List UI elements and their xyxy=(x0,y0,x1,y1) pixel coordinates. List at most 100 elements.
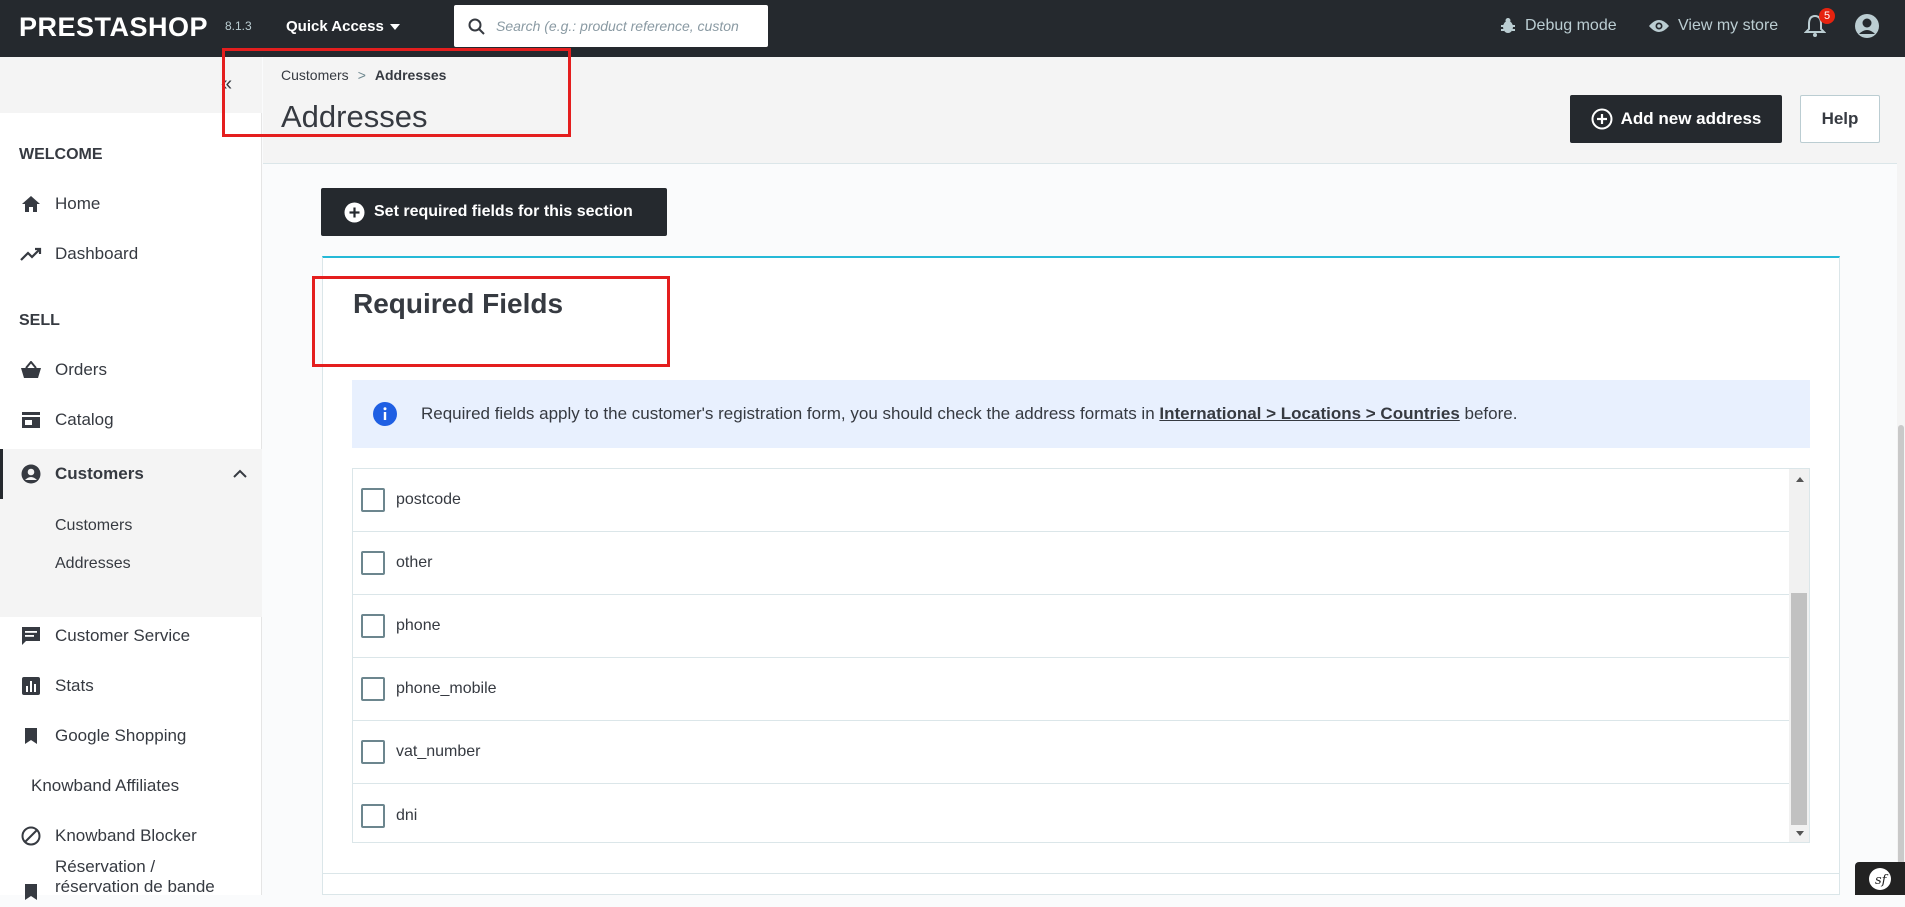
list-item[interactable]: vat_number xyxy=(353,721,1789,784)
submenu-item-customers[interactable]: Customers xyxy=(55,517,132,535)
list-item[interactable]: other xyxy=(353,532,1789,595)
sidebar-item-label: Customer Service xyxy=(55,626,191,645)
user-account-icon xyxy=(1855,14,1879,38)
list-scrollbar-thumb[interactable] xyxy=(1791,593,1807,825)
sidebar-item-label: Catalog xyxy=(55,410,114,429)
basket-icon xyxy=(20,359,42,381)
sidebar-item-orders[interactable]: Orders xyxy=(0,349,262,391)
field-label: postcode xyxy=(396,491,461,508)
field-checkbox[interactable] xyxy=(361,803,385,828)
field-checkbox[interactable] xyxy=(361,551,385,575)
sidebar-item-knowband-blocker[interactable]: Knowband Blocker xyxy=(0,815,262,857)
field-label: dni xyxy=(396,806,418,824)
bookmark-icon xyxy=(20,881,42,903)
chevron-up-icon xyxy=(233,464,247,484)
alert-text: Required fields apply to the customer's … xyxy=(421,404,1517,424)
sidebar-item-label: Google Shopping xyxy=(55,726,187,745)
symfony-toolbar-button[interactable]: sf xyxy=(1855,862,1905,895)
sidebar-item-label: Réservation / xyxy=(55,857,156,876)
submenu-item-addresses[interactable]: Addresses xyxy=(55,555,131,573)
card-divider xyxy=(323,873,1839,874)
sidebar-item-label: Dashboard xyxy=(55,244,139,263)
add-circle-icon xyxy=(1591,108,1613,130)
debug-mode-link[interactable]: Debug mode xyxy=(1499,17,1617,35)
bar-chart-icon xyxy=(20,675,42,697)
bug-icon xyxy=(1501,18,1515,33)
sidebar-item-reservation[interactable]: Réservation / réservation de bande xyxy=(0,857,262,907)
set-required-fields-label: Set required fields for this section xyxy=(374,203,633,220)
view-store-label: View my store xyxy=(1678,17,1779,34)
sidebar-item-customers[interactable]: Customers xyxy=(0,449,262,499)
quick-access-dropdown[interactable]: Quick Access xyxy=(286,18,400,35)
sidebar-item-label: Customers xyxy=(55,464,144,483)
set-required-fields-button[interactable]: Set required fields for this section xyxy=(321,188,667,236)
search-box[interactable] xyxy=(454,5,768,47)
sidebar-item-home[interactable]: Home xyxy=(0,183,262,225)
symfony-logo-icon: sf xyxy=(1869,867,1891,890)
list-item[interactable]: postcode xyxy=(353,469,1789,532)
section-title-sell: SELL xyxy=(19,312,60,329)
sidebar-item-label-group: Réservation / réservation de bande xyxy=(55,857,215,897)
scroll-down-icon[interactable] xyxy=(1796,831,1804,836)
customers-submenu: Customers Addresses xyxy=(0,499,262,617)
account-button[interactable] xyxy=(1854,13,1880,44)
bookmark-icon xyxy=(20,725,42,747)
account-circle-icon xyxy=(20,463,42,485)
sidebar-item-stats[interactable]: Stats xyxy=(0,665,262,707)
sidebar-item-label: Knowband Blocker xyxy=(55,826,197,845)
alert-text-before: Required fields apply to the customer's … xyxy=(421,404,1160,423)
add-new-address-label: Add new address xyxy=(1620,109,1762,128)
list-item[interactable]: phone xyxy=(353,595,1789,658)
trending-up-icon xyxy=(20,243,42,265)
notification-badge: 5 xyxy=(1819,8,1835,24)
sidebar-item-label: Orders xyxy=(55,360,107,379)
chat-icon xyxy=(20,625,42,647)
sidebar-item-catalog[interactable]: Catalog xyxy=(0,399,262,441)
highlight-box-required-fields xyxy=(312,276,670,367)
caret-down-icon xyxy=(389,24,400,31)
field-label: phone_mobile xyxy=(396,680,497,697)
section-title-welcome: WELCOME xyxy=(19,146,103,163)
add-new-address-button[interactable]: Add new address xyxy=(1570,95,1782,143)
sidebar-item-knowband-affiliates[interactable]: Knowband Affiliates xyxy=(0,765,262,807)
search-input[interactable] xyxy=(494,15,759,37)
debug-mode-label: Debug mode xyxy=(1525,17,1617,34)
sidebar-item-label: Stats xyxy=(55,676,94,695)
quick-access-label: Quick Access xyxy=(286,18,384,35)
help-button[interactable]: Help xyxy=(1800,95,1880,143)
version-label: 8.1.3 xyxy=(225,19,252,33)
sidebar-item-dashboard[interactable]: Dashboard xyxy=(0,233,262,275)
list-item[interactable]: phone_mobile xyxy=(353,658,1789,721)
field-checkbox[interactable] xyxy=(361,614,385,638)
sidebar-item-label: Home xyxy=(55,194,101,213)
sidebar-item-label: réservation de bande xyxy=(55,877,215,896)
list-scrollbar[interactable] xyxy=(1789,469,1809,842)
field-checkbox[interactable] xyxy=(361,740,385,764)
eye-icon xyxy=(1649,20,1669,32)
field-checkbox[interactable] xyxy=(361,677,385,701)
countries-link[interactable]: International > Locations > Countries xyxy=(1159,404,1459,423)
sidebar-item-google-shopping[interactable]: Google Shopping xyxy=(0,715,262,757)
store-icon xyxy=(20,409,42,431)
field-checkbox[interactable] xyxy=(361,488,385,512)
highlight-box-breadcrumb xyxy=(222,48,571,137)
alert-text-after: before. xyxy=(1459,404,1518,423)
home-icon xyxy=(20,193,42,215)
sidebar-item-label: Knowband Affiliates xyxy=(31,776,180,795)
field-label: vat_number xyxy=(396,743,481,760)
field-label: other xyxy=(396,554,433,571)
list-item[interactable]: dni xyxy=(353,784,1789,842)
scroll-up-icon[interactable] xyxy=(1796,477,1804,482)
sidebar: « WELCOME Home Dashboard SELL Orders Cat… xyxy=(0,57,262,900)
info-icon xyxy=(373,402,397,426)
view-store-link[interactable]: View my store xyxy=(1648,17,1778,35)
add-circle-icon xyxy=(344,202,365,222)
info-alert: Required fields apply to the customer's … xyxy=(352,380,1810,448)
page-scrollbar-thumb[interactable] xyxy=(1898,425,1904,865)
prestashop-logo[interactable]: PRESTASHOP xyxy=(19,12,208,43)
sidebar-item-customer-service[interactable]: Customer Service xyxy=(0,615,262,657)
search-icon xyxy=(468,18,485,35)
required-fields-list[interactable]: postcode other phone phone_mobile vat_nu… xyxy=(352,468,1810,843)
block-icon xyxy=(20,825,42,847)
field-label: phone xyxy=(396,617,441,634)
